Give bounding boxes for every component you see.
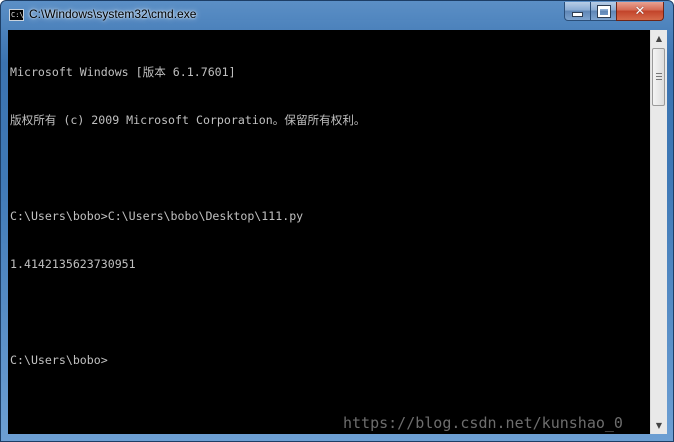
console-line: 版权所有 (c) 2009 Microsoft Corporation。保留所有… — [10, 113, 366, 127]
scrollbar-thumb[interactable] — [652, 48, 665, 106]
window-title: C:\Windows\system32\cmd.exe — [29, 7, 197, 21]
grip-line — [656, 73, 662, 74]
window-bottom-border — [1, 433, 673, 441]
title-bar[interactable]: C:\ C:\Windows\system32\cmd.exe ✕ — [1, 1, 673, 29]
close-button[interactable]: ✕ — [616, 2, 664, 21]
scroll-down-button[interactable]: ▼ — [651, 417, 667, 434]
close-icon: ✕ — [634, 3, 646, 19]
scroll-up-button[interactable]: ▲ — [651, 30, 667, 47]
console-line: 1.4142135623730951 — [10, 257, 136, 271]
console-line: C:\Users\bobo>C:\Users\bobo\Desktop\111.… — [10, 209, 304, 223]
minimize-icon — [572, 12, 583, 17]
chevron-up-icon: ▲ — [655, 34, 663, 43]
vertical-scrollbar[interactable]: ▲ ▼ — [650, 30, 667, 434]
console-output-area[interactable]: Microsoft Windows [版本 6.1.7601] 版权所有 (c)… — [8, 30, 650, 434]
maximize-button[interactable] — [590, 2, 617, 21]
cmd-icon[interactable]: C:\ — [9, 9, 24, 21]
watermark-text: https://blog.csdn.net/kunshao_0 — [343, 414, 623, 432]
console-window: C:\ C:\Windows\system32\cmd.exe ✕ Micros… — [0, 0, 674, 442]
grip-line — [656, 76, 662, 77]
chevron-down-icon: ▼ — [655, 421, 663, 430]
console-prompt[interactable]: C:\Users\bobo> — [10, 352, 366, 368]
console-line: Microsoft Windows [版本 6.1.7601] — [10, 65, 236, 79]
console-text: Microsoft Windows [版本 6.1.7601] 版权所有 (c)… — [10, 32, 366, 400]
minimize-button[interactable] — [564, 2, 591, 21]
grip-line — [656, 79, 662, 80]
maximize-icon — [596, 4, 611, 18]
